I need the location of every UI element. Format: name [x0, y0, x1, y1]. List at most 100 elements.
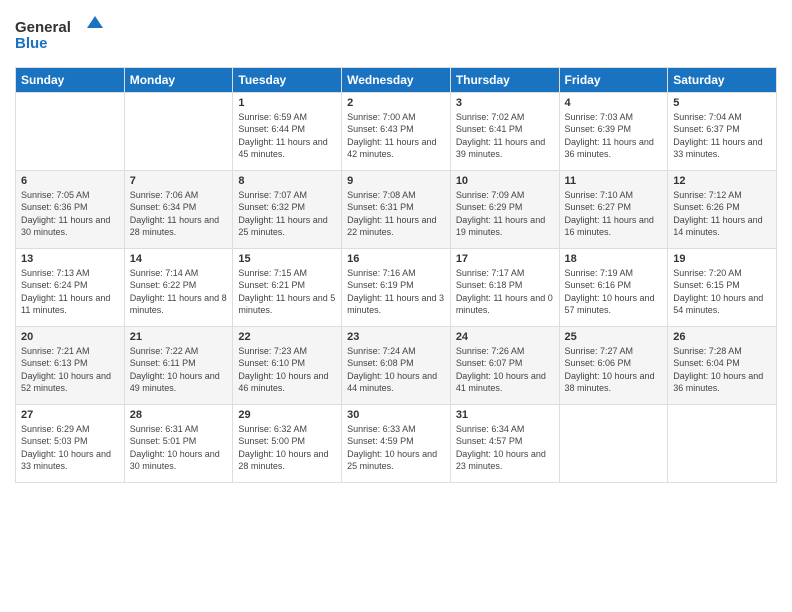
week-row-4: 20 Sunrise: 7:21 AM Sunset: 6:13 PM Dayli…	[16, 326, 777, 404]
calendar-cell: 3 Sunrise: 7:02 AM Sunset: 6:41 PM Daylig…	[450, 92, 559, 170]
day-number: 7	[130, 175, 228, 187]
day-info: Sunrise: 7:19 AM Sunset: 6:16 PM Dayligh…	[565, 267, 663, 317]
calendar-cell: 5Sunrise: 7:04 AM Sunset: 6:37 PM Daylig…	[668, 92, 777, 170]
day-info: Sunrise: 7:02 AM Sunset: 6:41 PM Dayligh…	[456, 111, 554, 161]
calendar-cell: 1 Sunrise: 6:59 AM Sunset: 6:44 PM Daylig…	[233, 92, 342, 170]
day-number: 20	[21, 331, 119, 343]
calendar-cell: 6 Sunrise: 7:05 AM Sunset: 6:36 PM Daylig…	[16, 170, 125, 248]
calendar-cell: 2 Sunrise: 7:00 AM Sunset: 6:43 PM Daylig…	[342, 92, 451, 170]
day-number: 12	[673, 175, 771, 187]
calendar-cell	[559, 404, 668, 482]
calendar-cell: 26Sunrise: 7:28 AM Sunset: 6:04 PM Dayli…	[668, 326, 777, 404]
calendar-cell: 25Sunrise: 7:27 AM Sunset: 6:06 PM Dayli…	[559, 326, 668, 404]
day-number: 11	[565, 175, 663, 187]
day-number: 1	[238, 97, 336, 109]
calendar-cell: 27Sunrise: 6:29 AM Sunset: 5:03 PM Dayli…	[16, 404, 125, 482]
calendar-cell: 16Sunrise: 7:16 AM Sunset: 6:19 PM Dayli…	[342, 248, 451, 326]
calendar-cell: 13 Sunrise: 7:13 AM Sunset: 6:24 PM Dayli…	[16, 248, 125, 326]
calendar-cell: 29 Sunrise: 6:32 AM Sunset: 5:00 PM Dayli…	[233, 404, 342, 482]
calendar-cell: 31Sunrise: 6:34 AM Sunset: 4:57 PM Dayli…	[450, 404, 559, 482]
calendar-cell: 30 Sunrise: 6:33 AM Sunset: 4:59 PM Dayli…	[342, 404, 451, 482]
day-info: Sunrise: 7:12 AM Sunset: 6:26 PM Dayligh…	[673, 189, 771, 239]
weekday-header-sunday: Sunday	[16, 67, 125, 92]
day-info: Sunrise: 7:26 AM Sunset: 6:07 PM Dayligh…	[456, 345, 554, 395]
day-number: 10	[456, 175, 554, 187]
day-info: Sunrise: 7:10 AM Sunset: 6:27 PM Dayligh…	[565, 189, 663, 239]
day-info: Sunrise: 7:05 AM Sunset: 6:36 PM Dayligh…	[21, 189, 119, 239]
calendar-cell: 28 Sunrise: 6:31 AM Sunset: 5:01 PM Dayli…	[124, 404, 233, 482]
day-info: Sunrise: 6:31 AM Sunset: 5:01 PM Dayligh…	[130, 423, 228, 473]
logo-content: General Blue	[15, 14, 105, 59]
day-info: Sunrise: 7:21 AM Sunset: 6:13 PM Dayligh…	[21, 345, 119, 395]
day-info: Sunrise: 7:06 AM Sunset: 6:34 PM Dayligh…	[130, 189, 228, 239]
day-number: 19	[673, 253, 771, 265]
weekday-header-tuesday: Tuesday	[233, 67, 342, 92]
week-row-1: 1 Sunrise: 6:59 AM Sunset: 6:44 PM Daylig…	[16, 92, 777, 170]
day-number: 13	[21, 253, 119, 265]
day-number: 4	[565, 97, 663, 109]
day-info: Sunrise: 7:16 AM Sunset: 6:19 PM Dayligh…	[347, 267, 445, 317]
calendar-cell	[16, 92, 125, 170]
calendar-cell: 23 Sunrise: 7:24 AM Sunset: 6:08 PM Dayli…	[342, 326, 451, 404]
day-info: Sunrise: 7:13 AM Sunset: 6:24 PM Dayligh…	[21, 267, 119, 317]
calendar-cell: 12 Sunrise: 7:12 AM Sunset: 6:26 PM Dayli…	[668, 170, 777, 248]
day-number: 3	[456, 97, 554, 109]
calendar-cell	[668, 404, 777, 482]
day-info: Sunrise: 6:32 AM Sunset: 5:00 PM Dayligh…	[238, 423, 336, 473]
day-info: Sunrise: 7:20 AM Sunset: 6:15 PM Dayligh…	[673, 267, 771, 317]
calendar-cell	[124, 92, 233, 170]
day-info: Sunrise: 6:34 AM Sunset: 4:57 PM Dayligh…	[456, 423, 554, 473]
day-number: 23	[347, 331, 445, 343]
day-number: 14	[130, 253, 228, 265]
day-info: Sunrise: 7:15 AM Sunset: 6:21 PM Dayligh…	[238, 267, 336, 317]
calendar-cell: 21 Sunrise: 7:22 AM Sunset: 6:11 PM Dayli…	[124, 326, 233, 404]
weekday-header-wednesday: Wednesday	[342, 67, 451, 92]
day-info: Sunrise: 7:09 AM Sunset: 6:29 PM Dayligh…	[456, 189, 554, 239]
day-number: 2	[347, 97, 445, 109]
calendar-cell: 7 Sunrise: 7:06 AM Sunset: 6:34 PM Daylig…	[124, 170, 233, 248]
day-number: 28	[130, 409, 228, 421]
day-info: Sunrise: 7:00 AM Sunset: 6:43 PM Dayligh…	[347, 111, 445, 161]
header: General Blue	[15, 10, 777, 59]
calendar-cell: 4 Sunrise: 7:03 AM Sunset: 6:39 PM Daylig…	[559, 92, 668, 170]
calendar-cell: 15 Sunrise: 7:15 AM Sunset: 6:21 PM Dayli…	[233, 248, 342, 326]
calendar-cell: 11 Sunrise: 7:10 AM Sunset: 6:27 PM Dayli…	[559, 170, 668, 248]
week-row-3: 13 Sunrise: 7:13 AM Sunset: 6:24 PM Dayli…	[16, 248, 777, 326]
page: General Blue SundayMondayTuesdayWednesda…	[0, 0, 792, 612]
day-number: 17	[456, 253, 554, 265]
day-info: Sunrise: 6:33 AM Sunset: 4:59 PM Dayligh…	[347, 423, 445, 473]
calendar-cell: 10 Sunrise: 7:09 AM Sunset: 6:29 PM Dayli…	[450, 170, 559, 248]
day-number: 25	[565, 331, 663, 343]
day-info: Sunrise: 7:14 AM Sunset: 6:22 PM Dayligh…	[130, 267, 228, 317]
day-info: Sunrise: 7:22 AM Sunset: 6:11 PM Dayligh…	[130, 345, 228, 395]
weekday-header-saturday: Saturday	[668, 67, 777, 92]
day-info: Sunrise: 7:03 AM Sunset: 6:39 PM Dayligh…	[565, 111, 663, 161]
day-info: Sunrise: 6:59 AM Sunset: 6:44 PM Dayligh…	[238, 111, 336, 161]
logo: General Blue	[15, 14, 105, 59]
day-number: 29	[238, 409, 336, 421]
day-number: 6	[21, 175, 119, 187]
day-number: 26	[673, 331, 771, 343]
weekday-header-monday: Monday	[124, 67, 233, 92]
calendar-cell: 18 Sunrise: 7:19 AM Sunset: 6:16 PM Dayli…	[559, 248, 668, 326]
day-info: Sunrise: 7:23 AM Sunset: 6:10 PM Dayligh…	[238, 345, 336, 395]
svg-text:Blue: Blue	[15, 35, 48, 52]
calendar-cell: 19 Sunrise: 7:20 AM Sunset: 6:15 PM Dayli…	[668, 248, 777, 326]
weekday-header-friday: Friday	[559, 67, 668, 92]
day-number: 27	[21, 409, 119, 421]
calendar-cell: 14 Sunrise: 7:14 AM Sunset: 6:22 PM Dayli…	[124, 248, 233, 326]
calendar-cell: 24 Sunrise: 7:26 AM Sunset: 6:07 PM Dayli…	[450, 326, 559, 404]
week-row-5: 27Sunrise: 6:29 AM Sunset: 5:03 PM Dayli…	[16, 404, 777, 482]
day-info: Sunrise: 7:17 AM Sunset: 6:18 PM Dayligh…	[456, 267, 554, 317]
day-number: 5	[673, 97, 771, 109]
day-info: Sunrise: 7:07 AM Sunset: 6:32 PM Dayligh…	[238, 189, 336, 239]
day-info: Sunrise: 7:24 AM Sunset: 6:08 PM Dayligh…	[347, 345, 445, 395]
day-number: 30	[347, 409, 445, 421]
day-number: 15	[238, 253, 336, 265]
day-number: 24	[456, 331, 554, 343]
calendar-cell: 17 Sunrise: 7:17 AM Sunset: 6:18 PM Dayli…	[450, 248, 559, 326]
day-number: 18	[565, 253, 663, 265]
day-number: 21	[130, 331, 228, 343]
calendar-cell: 8Sunrise: 7:07 AM Sunset: 6:32 PM Daylig…	[233, 170, 342, 248]
day-info: Sunrise: 7:08 AM Sunset: 6:31 PM Dayligh…	[347, 189, 445, 239]
